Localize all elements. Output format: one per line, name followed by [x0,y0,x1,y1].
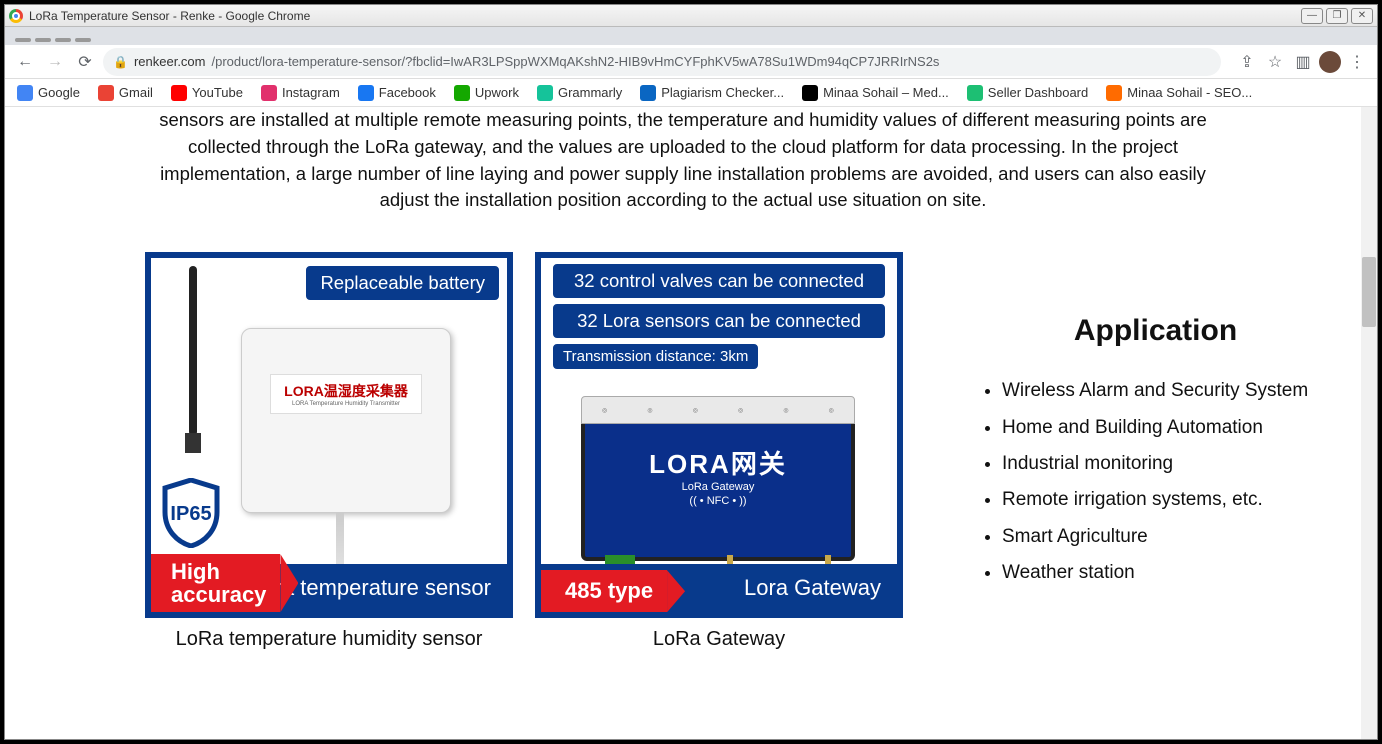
bookmark-favicon [261,85,277,101]
bookmark-label: Plagiarism Checker... [661,85,784,100]
bookmark-label: Grammarly [558,85,622,100]
url-path: /product/lora-temperature-sensor/?fbclid… [212,54,940,69]
application-section: Application Wireless Alarm and Security … [925,252,1341,651]
product-card-gateway: 32 control valves can be connected 32 Lo… [535,252,903,651]
bookmark-label: Instagram [282,85,340,100]
bookmark-item[interactable]: Gmail [98,85,153,101]
bookmark-label: Facebook [379,85,436,100]
application-list-item: Smart Agriculture [1002,522,1331,552]
bookmark-item[interactable]: Plagiarism Checker... [640,85,784,101]
scrollbar-track[interactable] [1361,107,1377,739]
gateway-sub: LoRa Gateway [585,481,851,493]
bookmark-item[interactable]: Upwork [454,85,519,101]
sensor-device: LORA温湿度采集器 LORA Temperature Humidity Tra… [241,328,451,513]
product-caption: LoRa Gateway [653,628,785,651]
tab[interactable] [55,38,71,42]
tab[interactable] [35,38,51,42]
bookmark-favicon [802,85,818,101]
window-title: LoRa Temperature Sensor - Renke - Google… [29,9,310,23]
bookmark-favicon [454,85,470,101]
device-label-en: LORA Temperature Humidity Transmitter [292,401,400,407]
lock-icon: 🔒 [113,55,128,69]
bookmark-label: Google [38,85,80,100]
bookmark-favicon [1106,85,1122,101]
profile-avatar[interactable] [1319,51,1341,73]
application-list-item: Remote irrigation systems, etc. [1002,485,1331,515]
tab-strip[interactable] [5,27,1377,45]
forward-button[interactable]: → [43,50,67,74]
bookmark-label: Upwork [475,85,519,100]
antenna [189,266,197,436]
titlebar: LoRa Temperature Sensor - Renke - Google… [5,5,1377,27]
bookmark-favicon [967,85,983,101]
bookmark-favicon [171,85,187,101]
bookmark-item[interactable]: Instagram [261,85,340,101]
bookmark-item[interactable]: YouTube [171,85,243,101]
bookmark-favicon [358,85,374,101]
tab[interactable] [75,38,91,42]
badge-replaceable-battery: Replaceable battery [304,264,501,302]
product-card-sensor: Replaceable battery LORA温湿度采集器 LORA Temp… [145,252,513,651]
bookmark-item[interactable]: Google [17,85,80,101]
badge-distance: Transmission distance: 3km [551,342,760,371]
tab[interactable] [15,38,31,42]
minimize-button[interactable]: — [1301,8,1323,24]
share-icon[interactable]: ⇪ [1235,50,1259,74]
bookmark-label: Seller Dashboard [988,85,1088,100]
scrollbar-thumb[interactable] [1362,257,1376,327]
product-caption: LoRa temperature humidity sensor [176,628,483,651]
bookmark-item[interactable]: Facebook [358,85,436,101]
bookmark-label: YouTube [192,85,243,100]
bookmark-label: Gmail [119,85,153,100]
gateway-title: LORA网关 [585,444,851,481]
bookmark-star-icon[interactable]: ☆ [1263,50,1287,74]
application-list-item: Weather station [1002,558,1331,588]
bookmarks-bar: Google Gmail YouTube Instagram Facebook Upwor… [5,79,1377,107]
maximize-button[interactable]: ❐ [1326,8,1348,24]
application-list-item: Wireless Alarm and Security System [1002,376,1331,406]
gateway-device: ◎◎◎◎◎◎ LORA网关 LoRa Gateway (( • NFC • )) [581,396,855,561]
badge-high-accuracy: Highaccuracy [151,554,280,612]
bookmark-favicon [98,85,114,101]
chrome-icon [9,9,23,23]
badge-control-valves: 32 control valves can be connected [551,262,887,300]
nav-bar: ← → ⟳ 🔒 renkeer.com/product/lora-tempera… [5,45,1377,79]
application-list-item: Industrial monitoring [1002,449,1331,479]
badge-485-type: 485 type [541,570,667,612]
gateway-ports: ◎◎◎◎◎◎ [581,396,855,424]
bookmark-item[interactable]: Grammarly [537,85,622,101]
application-heading: Application [980,314,1331,348]
chrome-window: LoRa Temperature Sensor - Renke - Google… [4,4,1378,740]
antenna-joint [185,433,201,453]
bookmark-item[interactable]: Minaa Sohail - SEO... [1106,85,1252,101]
badge-lora-sensors: 32 Lora sensors can be connected [551,302,887,340]
chrome-menu-icon[interactable]: ⋮ [1345,50,1369,74]
application-list-item: Home and Building Automation [1002,413,1331,443]
gateway-nfc: (( • NFC • )) [585,495,851,507]
bookmark-item[interactable]: Seller Dashboard [967,85,1088,101]
viewport: sensors are installed at multiple remote… [5,107,1377,739]
bookmark-favicon [640,85,656,101]
bookmark-favicon [17,85,33,101]
sidepanel-icon[interactable]: ▥ [1291,50,1315,74]
intro-paragraph: sensors are installed at multiple remote… [25,107,1341,214]
bookmark-label: Minaa Sohail – Med... [823,85,949,100]
reload-button[interactable]: ⟳ [73,50,97,74]
svg-text:IP65: IP65 [170,503,211,525]
bookmark-item[interactable]: Minaa Sohail – Med... [802,85,949,101]
application-list: Wireless Alarm and Security System Home a… [980,376,1331,588]
address-bar[interactable]: 🔒 renkeer.com/product/lora-temperature-s… [103,48,1221,76]
back-button[interactable]: ← [13,50,37,74]
close-button[interactable]: ✕ [1351,8,1373,24]
bookmark-label: Minaa Sohail - SEO... [1127,85,1252,100]
device-label-zh: LORA温湿度采集器 [284,381,408,401]
bookmark-favicon [537,85,553,101]
ip65-shield-icon: IP65 [161,478,221,548]
url-domain: renkeer.com [134,54,206,69]
